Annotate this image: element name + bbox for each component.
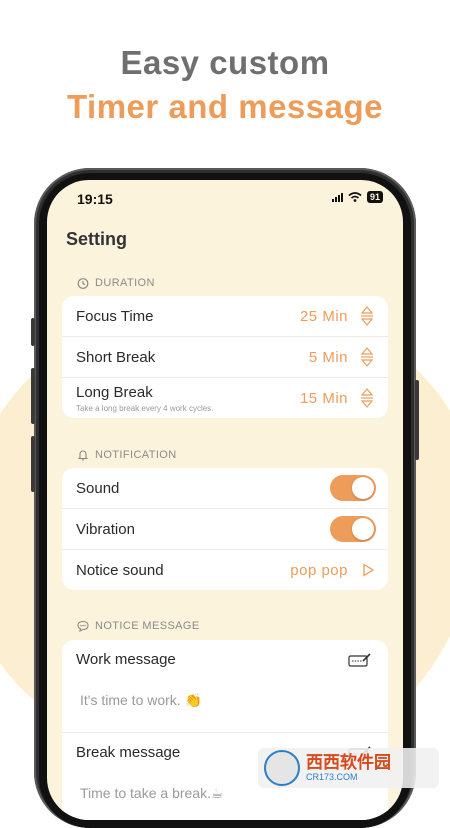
section-notice-message-header: NOTICE MESSAGE [77,620,200,632]
watermark-name: 西西软件园 [306,753,391,772]
app-screen: 19:15 91 Setting DURATION Focus Time 25 … [47,180,403,820]
work-message-label: Work message [76,651,176,668]
watermark-text-block: 西西软件园 CR173.COM [306,753,391,783]
sound-toggle[interactable] [330,475,376,501]
short-break-label: Short Break [76,348,156,366]
short-break-stepper-icon[interactable] [360,346,374,368]
phone-side-button [31,318,35,346]
battery-icon: 91 [366,191,383,203]
watermark-url: CR173.COM [306,772,358,782]
focus-time-label: Focus Time [76,307,154,325]
headline-line-1: Easy custom [120,44,330,81]
section-notification-header: NOTIFICATION [77,449,177,461]
status-icons: 91 [331,191,383,203]
break-message-text[interactable]: Time to take a break.☕ [80,785,224,802]
signal-icon [331,192,343,202]
break-message-label: Break message [76,744,181,761]
long-break-value: 15 Min [299,389,348,407]
section-duration-header: DURATION [77,277,155,289]
notice-sound-label: Notice sound [76,561,164,579]
timer-icon [77,278,89,289]
vibration-label: Vibration [76,520,135,538]
long-break-row[interactable]: Long Break Take a long break every 4 wor… [62,378,388,418]
sound-label: Sound [76,479,120,497]
phone-volume-down [31,436,35,492]
notice-sound-value: pop pop [290,561,348,579]
short-break-row[interactable]: Short Break 5 Min [62,337,388,378]
phone-volume-up [31,368,35,424]
work-message-text[interactable]: It's time to work. 👏 [80,692,202,709]
headline-line-2: Timer and message [66,88,384,125]
focus-time-row[interactable]: Focus Time 25 Min [62,296,388,337]
long-break-stepper-icon[interactable] [360,387,374,409]
vibration-toggle[interactable] [330,516,376,542]
chat-bubble-icon [77,620,89,632]
section-notification-label: NOTIFICATION [95,449,177,461]
phone-power-button [415,380,419,460]
play-icon[interactable] [362,563,374,577]
section-duration-label: DURATION [95,277,155,289]
notification-card: Sound Vibration Notice sound pop pop [62,468,388,590]
long-break-hint: Take a long break every 4 work cycles. [76,404,214,413]
vibration-row: Vibration [62,509,388,550]
watermark: 西西软件园 CR173.COM [258,748,439,788]
bell-icon [77,450,89,461]
vibration-toggle-knob [352,518,374,540]
notice-sound-row[interactable]: Notice sound pop pop [62,550,388,590]
short-break-value: 5 Min [308,348,348,366]
watermark-logo-icon [264,750,300,786]
message-divider [62,732,388,733]
focus-time-value: 25 Min [299,307,348,325]
edit-icon[interactable] [348,652,372,668]
duration-card: Focus Time 25 Min Short Break 5 Min Long… [62,296,388,418]
long-break-label: Long Break [76,384,153,401]
status-time: 19:15 [77,191,113,207]
wifi-icon [348,192,362,202]
notice-message-card: Work message It's time to work. 👏 Break … [62,640,388,820]
sound-row: Sound [62,468,388,509]
focus-time-stepper-icon[interactable] [360,305,374,327]
page-title: Setting [66,229,127,249]
sound-toggle-knob [352,477,374,499]
section-notice-message-label: NOTICE MESSAGE [95,620,200,632]
